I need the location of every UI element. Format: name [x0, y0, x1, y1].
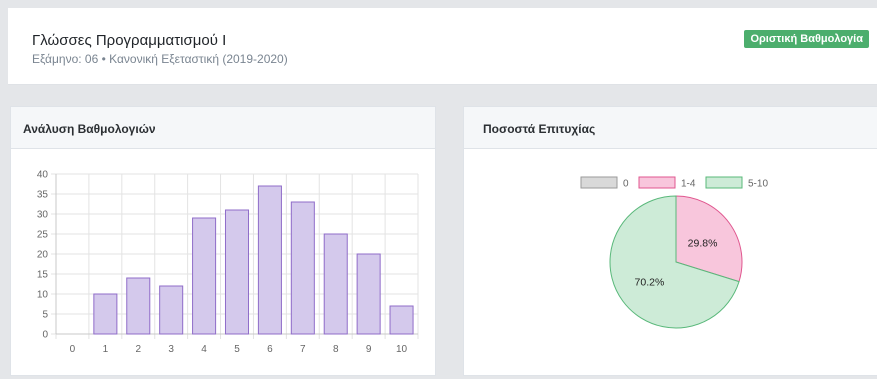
final-grade-badge: Οριστική Βαθμολογία — [744, 30, 869, 48]
y-tick-label: 35 — [37, 190, 49, 201]
x-tick-label: 10 — [396, 344, 408, 355]
bar-grade-10[interactable] — [389, 305, 414, 335]
y-tick-label: 40 — [37, 170, 49, 181]
y-tick-label: 5 — [42, 310, 48, 321]
bar-grade-8[interactable] — [323, 233, 348, 335]
top-strip — [0, 0, 877, 8]
legend-swatch-0[interactable] — [580, 176, 618, 189]
bar-grade-9[interactable] — [356, 253, 381, 335]
pie-label-1-4: 29.8% — [688, 237, 718, 249]
bar-grade-2[interactable] — [126, 277, 151, 335]
x-tick-label: 3 — [168, 344, 174, 355]
legend-swatch-1-4[interactable] — [638, 176, 676, 189]
grades-analysis-card: Ανάλυση Βαθμολογιών 0 5 10 15 20 25 30 35 40 0 1 2 3… — [10, 106, 436, 376]
success-card-title: Ποσοστά Επιτυχίας — [464, 107, 877, 149]
bar-grade-6[interactable] — [257, 185, 282, 335]
y-tick-label: 20 — [37, 250, 49, 261]
x-tick-label: 7 — [300, 344, 306, 355]
course-title: Γλώσσες Προγραμματισμού Ι — [32, 32, 227, 49]
bar-grade-1[interactable] — [93, 293, 118, 335]
x-tick-label: 1 — [103, 344, 109, 355]
y-tick-label: 30 — [37, 210, 49, 221]
grades-bar-chart: 0 5 10 15 20 25 30 35 40 0 1 2 3 4 5 6 7 8 9 10 — [37, 170, 419, 355]
success-rate-card: Ποσοστά Επιτυχίας 0 1-4 5-10 29.8% 70.2% — [463, 106, 877, 376]
x-tick-label: 2 — [135, 344, 141, 355]
x-tick-label: 6 — [267, 344, 273, 355]
x-tick-label: 5 — [234, 344, 240, 355]
x-tick-label: 4 — [201, 344, 207, 355]
x-tick-label: 0 — [70, 344, 76, 355]
y-tick-label: 0 — [42, 330, 48, 341]
legend-swatch-5-10[interactable] — [705, 176, 743, 189]
y-tick-label: 25 — [37, 230, 49, 241]
course-header: Γλώσσες Προγραμματισμού Ι Εξάμηνο: 06 • … — [8, 8, 877, 85]
bar-grade-4[interactable] — [192, 217, 217, 335]
bar-grade-5[interactable] — [224, 209, 250, 335]
legend-label-0[interactable]: 0 — [623, 179, 629, 190]
pie-label-5-10: 70.2% — [635, 277, 665, 289]
course-subtitle: Εξάμηνο: 06 • Κανονική Εξεταστική (2019-… — [32, 52, 288, 66]
bar-grade-7[interactable] — [290, 201, 315, 335]
legend-label-1-4[interactable]: 1-4 — [681, 179, 696, 190]
success-pie-chart: 0 1-4 5-10 29.8% 70.2% — [580, 176, 768, 329]
grades-card-title: Ανάλυση Βαθμολογιών — [11, 107, 435, 149]
x-tick-label: 8 — [333, 344, 339, 355]
y-tick-label: 15 — [37, 270, 49, 281]
x-tick-label: 9 — [366, 344, 372, 355]
bar-grade-3[interactable] — [159, 285, 184, 335]
y-tick-label: 10 — [37, 290, 49, 301]
legend-label-5-10[interactable]: 5-10 — [748, 179, 768, 190]
